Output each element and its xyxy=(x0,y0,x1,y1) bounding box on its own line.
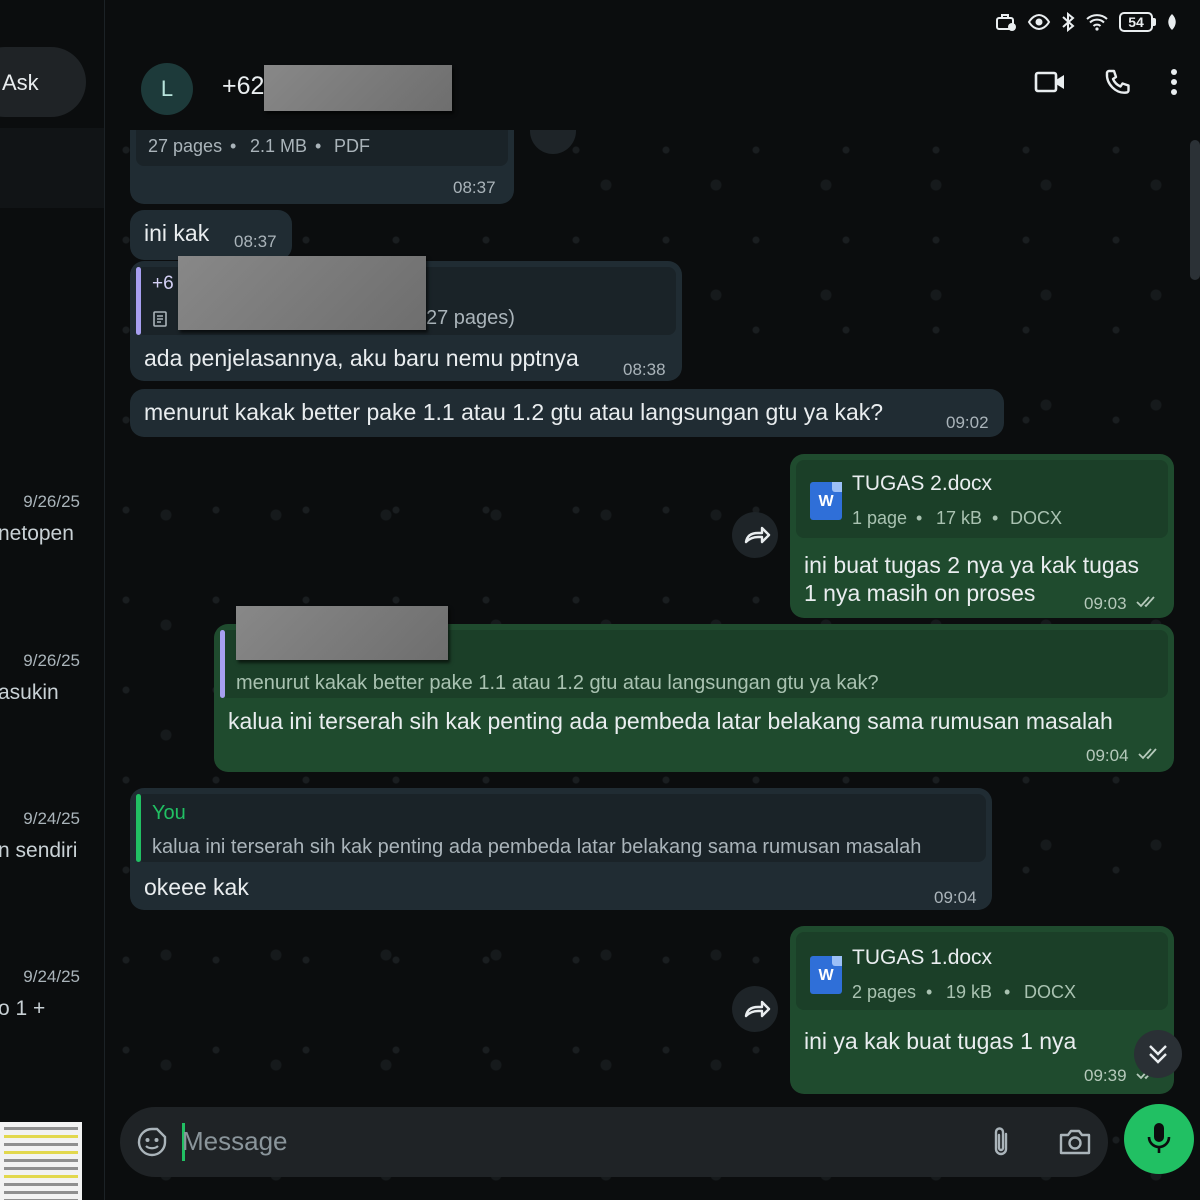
quoted-text: 27 pages) xyxy=(426,307,515,329)
quoted-text: kalua ini terserah sih kak penting ada p… xyxy=(152,836,922,858)
message-text: 1 nya masih on proses xyxy=(804,580,1036,606)
forward-button[interactable] xyxy=(732,986,778,1032)
attach-icon[interactable] xyxy=(988,1125,1014,1164)
message-bubble-incoming[interactable]: ini kak 08:37 xyxy=(130,210,292,260)
voice-call-icon[interactable] xyxy=(1104,68,1132,101)
quoted-sender: +6 xyxy=(152,273,174,294)
message-text: ada penjelasannya, aku baru nemu pptnya xyxy=(144,345,579,371)
contact-name[interactable]: +62 xyxy=(222,72,264,101)
doc-pages: 27 pages xyxy=(148,136,223,156)
message-time: 09:04 xyxy=(1086,746,1129,765)
wifi-icon xyxy=(1085,13,1109,31)
message-composer xyxy=(120,1107,1108,1177)
chat-list-preview[interactable]: o 1 + xyxy=(0,997,45,1021)
word-document-icon: W xyxy=(810,956,842,994)
avatar[interactable]: L xyxy=(141,63,193,115)
message-text: okeee kak xyxy=(144,874,249,900)
scrollbar[interactable] xyxy=(1190,140,1200,280)
doc-type: DOCX xyxy=(1024,982,1077,1002)
more-options-icon[interactable] xyxy=(1170,68,1178,101)
chat-list-panel: Ask 9/26/25 netopen 9/26/25 asukin 9/24/… xyxy=(0,0,105,1200)
message-time: 09:39 xyxy=(1084,1066,1127,1085)
message-time: 09:02 xyxy=(946,413,989,432)
work-profile-icon xyxy=(995,12,1017,32)
chat-list-date: 9/24/25 xyxy=(23,967,80,986)
message-time: 09:03 xyxy=(1084,594,1127,613)
voice-message-button[interactable] xyxy=(1124,1104,1194,1174)
battery-icon: 54 xyxy=(1119,12,1156,32)
eye-comfort-icon xyxy=(1027,13,1051,31)
ask-label: Ask xyxy=(2,70,39,95)
status-bar: 54 xyxy=(0,0,1200,46)
read-receipt-icon xyxy=(1138,746,1162,767)
battery-level: 54 xyxy=(1119,12,1153,32)
message-text: ini buat tugas 2 nya ya kak tugas xyxy=(804,552,1139,578)
chat-list-date: 9/24/25 xyxy=(23,809,80,828)
read-receipt-icon xyxy=(1136,594,1160,615)
message-bubble-incoming-reply[interactable]: You kalua ini terserah sih kak penting a… xyxy=(130,788,992,910)
header-actions xyxy=(1034,68,1178,101)
message-bubble-incoming[interactable]: menurut kakak better pake 1.1 atau 1.2 g… xyxy=(130,389,1004,437)
document-card[interactable]: W TUGAS 2.docx 1 page • 17 kB • DOCX xyxy=(796,460,1168,538)
message-text: ini ya kak buat tugas 1 nya xyxy=(804,1028,1077,1054)
message-text: menurut kakak better pake 1.1 atau 1.2 g… xyxy=(144,399,884,425)
battery-saver-leaf-icon xyxy=(1166,13,1178,31)
doc-type: PDF xyxy=(334,136,370,156)
message-time: 08:38 xyxy=(623,360,666,379)
document-name: TUGAS 2.docx xyxy=(852,472,993,495)
doc-size: 19 kB xyxy=(946,982,993,1002)
document-thumbnail[interactable] xyxy=(0,1122,82,1200)
quoted-text: menurut kakak better pake 1.1 atau 1.2 g… xyxy=(236,672,879,694)
word-document-icon: W xyxy=(810,482,842,520)
message-time: 09:04 xyxy=(934,888,977,907)
chat-list-preview[interactable]: n sendiri xyxy=(0,839,77,863)
document-icon xyxy=(152,311,168,332)
status-icons: 54 xyxy=(995,12,1178,32)
message-list[interactable]: 27 pages • 2.1 MB • PDF 08:37 ini kak 08… xyxy=(106,130,1200,1200)
scroll-to-bottom-button[interactable] xyxy=(1134,1030,1182,1078)
document-card[interactable]: W TUGAS 1.docx 2 pages • 19 kB • DOCX xyxy=(796,932,1168,1010)
message-text: ini kak xyxy=(144,220,210,246)
microphone-icon xyxy=(1145,1121,1173,1162)
message-bubble-outgoing-document[interactable]: W TUGAS 2.docx 1 page • 17 kB • DOCX ini… xyxy=(790,454,1174,618)
document-name: TUGAS 1.docx xyxy=(852,946,993,969)
message-bubble-outgoing-document[interactable]: W TUGAS 1.docx 2 pages • 19 kB • DOCX in… xyxy=(790,926,1174,1094)
chat-list-preview[interactable]: asukin xyxy=(0,681,59,705)
emoji-sticker-icon[interactable] xyxy=(136,1126,168,1163)
message-time: 08:37 xyxy=(453,178,496,197)
redaction-block xyxy=(178,256,426,330)
message-input[interactable] xyxy=(182,1121,962,1161)
chat-list-date: 9/26/25 xyxy=(23,492,80,511)
quoted-message[interactable]: You kalua ini terserah sih kak penting a… xyxy=(136,794,986,862)
chat-list-date: 9/26/25 xyxy=(23,651,80,670)
message-text: kalua ini terserah sih kak penting ada p… xyxy=(228,708,1113,734)
selected-chat-row[interactable] xyxy=(0,128,104,208)
camera-icon[interactable] xyxy=(1058,1127,1092,1162)
message-time: 08:37 xyxy=(234,232,277,251)
quoted-sender: You xyxy=(152,802,186,824)
doc-pages: 1 page xyxy=(852,508,908,528)
forward-button[interactable] xyxy=(530,130,576,154)
document-message-pdf[interactable]: 27 pages • 2.1 MB • PDF 08:37 xyxy=(130,130,514,204)
bluetooth-icon xyxy=(1061,12,1075,32)
chat-header: L +62 xyxy=(106,46,1200,130)
doc-size: 17 kB xyxy=(936,508,983,528)
chat-list-preview[interactable]: netopen xyxy=(0,522,74,546)
redaction-block xyxy=(236,606,448,660)
redaction-block xyxy=(264,65,452,111)
forward-button[interactable] xyxy=(732,512,778,558)
doc-size: 2.1 MB xyxy=(250,136,308,156)
video-call-icon[interactable] xyxy=(1034,70,1066,99)
whatsapp-window: 54 Ask 9/26/25 netopen 9/26/25 asukin 9/… xyxy=(0,0,1200,1200)
doc-pages: 2 pages xyxy=(852,982,917,1002)
doc-type: DOCX xyxy=(1010,508,1063,528)
